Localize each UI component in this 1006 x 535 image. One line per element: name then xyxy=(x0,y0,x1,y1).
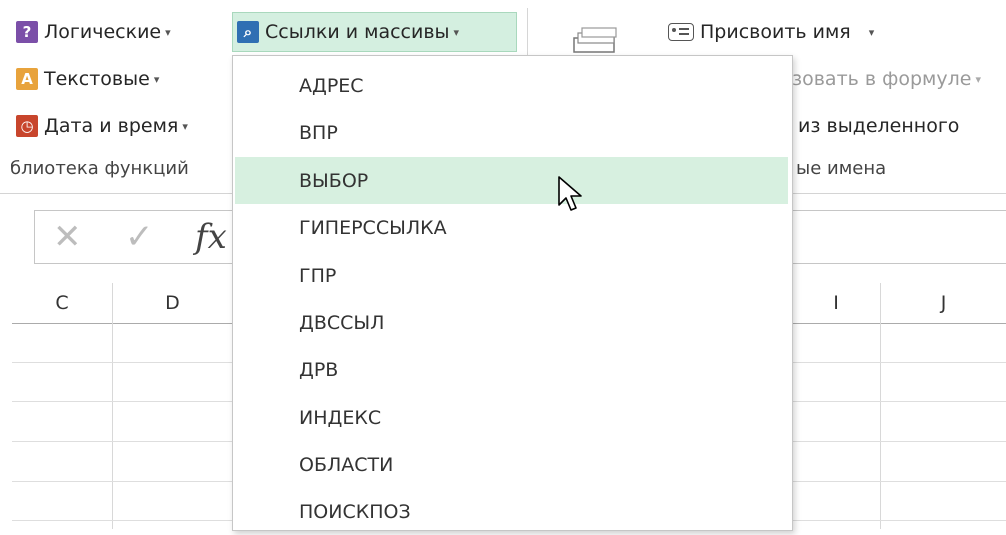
menu-item-hlookup[interactable]: ГПР xyxy=(235,252,788,299)
use-in-formula-label: зовать в формуле xyxy=(792,68,972,90)
question-book-icon: ? xyxy=(16,21,38,43)
create-from-selection-label: из выделенного xyxy=(798,115,960,137)
insert-function-icon[interactable]: fx xyxy=(195,217,227,257)
mouse-cursor-icon xyxy=(556,175,584,217)
menu-item-rtd[interactable]: ДРВ xyxy=(235,346,788,393)
menu-item-hyperlink[interactable]: ГИПЕРССЫЛКА xyxy=(235,204,788,251)
column-divider xyxy=(112,283,113,529)
menu-item-areas[interactable]: ОБЛАСТИ xyxy=(235,441,788,488)
name-tag-icon xyxy=(668,23,694,41)
chevron-down-icon: ▾ xyxy=(975,72,981,86)
function-library-group-label: блиотека функций xyxy=(10,158,189,179)
chevron-down-icon: ▾ xyxy=(453,25,460,39)
text-functions-button[interactable]: A Текстовые ▾ xyxy=(12,61,163,97)
enter-icon[interactable]: ✓ xyxy=(125,217,154,257)
menu-item-match[interactable]: ПОИСКПОЗ xyxy=(235,488,788,535)
datetime-functions-label: Дата и время xyxy=(44,115,179,137)
chevron-down-icon: ▾ xyxy=(153,72,160,86)
name-manager-icon[interactable] xyxy=(568,26,622,56)
create-from-selection-button[interactable]: из выделенного xyxy=(794,108,963,144)
lookup-functions-button[interactable]: ⌕ Ссылки и массивы ▾ xyxy=(232,12,517,52)
menu-item-index[interactable]: ИНДЕКС xyxy=(235,394,788,441)
logical-functions-label: Логические xyxy=(44,21,162,43)
logical-functions-button[interactable]: ? Логические ▾ xyxy=(12,14,175,50)
lookup-functions-label: Ссылки и массивы xyxy=(265,21,450,43)
column-header-j[interactable]: J xyxy=(881,283,1006,324)
menu-item-address[interactable]: АДРЕС xyxy=(235,62,788,109)
column-header-d[interactable]: D xyxy=(113,283,232,324)
chevron-down-icon: ▾ xyxy=(182,119,188,133)
define-name-button[interactable]: Присвоить имя ▾ xyxy=(664,14,878,50)
menu-item-vlookup[interactable]: ВПР xyxy=(235,109,788,156)
column-header-c[interactable]: C xyxy=(12,283,112,324)
use-in-formula-button[interactable]: зовать в формуле ▾ xyxy=(788,61,985,97)
magnifier-book-icon: ⌕ xyxy=(237,21,259,43)
defined-names-group-label: ые имена xyxy=(796,158,887,179)
lookup-functions-menu: АДРЕС ВПР ВЫБОР ГИПЕРССЫЛКА ГПР ДВССЫЛ Д… xyxy=(232,55,793,531)
text-functions-label: Текстовые xyxy=(44,68,150,90)
formula-bar-buttons: ✕ ✓ fx xyxy=(34,210,246,264)
text-book-icon: A xyxy=(16,68,38,90)
cancel-icon[interactable]: ✕ xyxy=(53,217,82,257)
chevron-down-icon: ▾ xyxy=(868,25,875,39)
formula-input[interactable] xyxy=(792,210,1006,264)
define-name-label: Присвоить имя xyxy=(700,21,851,43)
menu-item-indirect[interactable]: ДВССЫЛ xyxy=(235,299,788,346)
chevron-down-icon: ▾ xyxy=(165,25,171,39)
datetime-functions-button[interactable]: ◷ Дата и время ▾ xyxy=(12,108,192,144)
clock-book-icon: ◷ xyxy=(16,115,38,137)
column-divider xyxy=(880,283,881,529)
menu-item-choose[interactable]: ВЫБОР xyxy=(235,157,788,204)
column-header-i[interactable]: I xyxy=(792,283,880,324)
